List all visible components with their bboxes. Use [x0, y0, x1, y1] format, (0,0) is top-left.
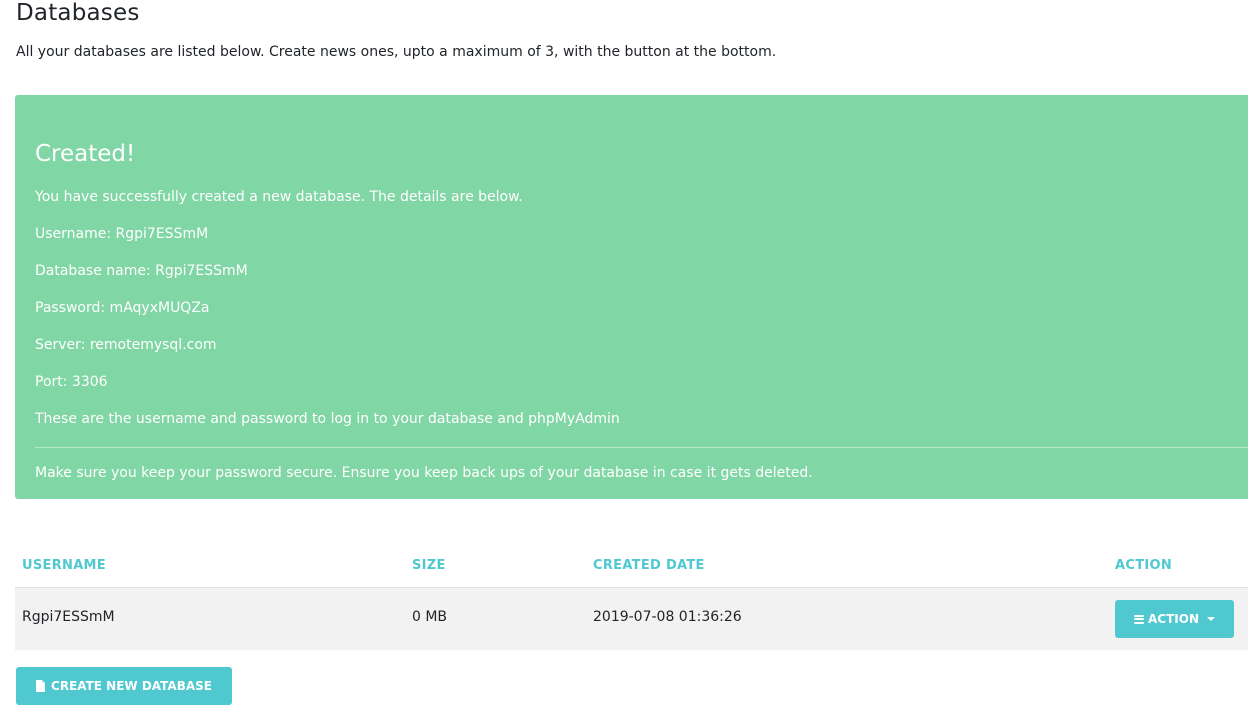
alert-password: Password: mAqyxMUQZa [35, 300, 210, 316]
success-alert: Created! You have successfully created a… [15, 95, 1248, 499]
databases-table: USERNAME SIZE CREATED DATE ACTION Rgpi7E… [15, 540, 1248, 650]
column-header-size: SIZE [412, 558, 446, 573]
cell-username: Rgpi7ESSmM [22, 609, 115, 625]
cell-created-date: 2019-07-08 01:36:26 [593, 609, 742, 625]
action-button-label: ACTION [1148, 612, 1199, 626]
file-icon [36, 680, 46, 692]
alert-login-note: These are the username and password to l… [35, 411, 620, 427]
alert-username: Username: Rgpi7ESSmM [35, 226, 209, 242]
alert-server: Server: remotemysql.com [35, 337, 217, 353]
table-row: Rgpi7ESSmM 0 MB 2019-07-08 01:36:26 ACTI… [15, 588, 1248, 650]
alert-divider [35, 447, 1248, 448]
action-dropdown-button[interactable]: ACTION [1115, 600, 1234, 638]
alert-heading: Created! [35, 141, 136, 167]
column-header-action: ACTION [1115, 558, 1173, 573]
page-title: Databases [16, 0, 140, 26]
alert-database-name: Database name: Rgpi7ESSmM [35, 263, 248, 279]
cell-size: 0 MB [412, 609, 448, 625]
create-button-label: CREATE NEW DATABASE [51, 679, 212, 693]
bars-icon [1134, 614, 1144, 624]
caret-down-icon [1207, 617, 1215, 621]
alert-port: Port: 3306 [35, 374, 108, 390]
alert-message: You have successfully created a new data… [35, 189, 523, 205]
alert-security-note: Make sure you keep your password secure.… [35, 465, 813, 481]
column-header-username: USERNAME [22, 558, 106, 573]
databases-page: Databases All your databases are listed … [0, 0, 1248, 720]
column-header-created-date: CREATED DATE [593, 558, 705, 573]
create-new-database-button[interactable]: CREATE NEW DATABASE [16, 667, 232, 705]
table-header: USERNAME SIZE CREATED DATE ACTION [15, 540, 1248, 588]
page-intro: All your databases are listed below. Cre… [16, 44, 777, 60]
